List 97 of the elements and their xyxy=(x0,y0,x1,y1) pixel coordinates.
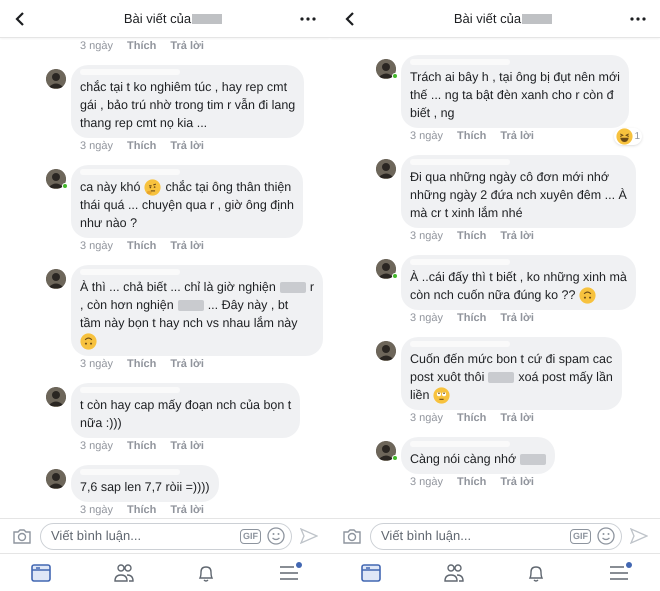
comment-text: Đi qua những ngày cô đơn mới nhớ xyxy=(410,169,610,186)
comment-text: gái , bảo trú nhờ trong tim r vẫn đi lang xyxy=(80,97,296,114)
comment-text: liền xyxy=(410,387,430,404)
comment-text: như nào ? xyxy=(80,215,138,232)
comment-time: 3 ngày xyxy=(410,410,444,426)
comment-text: À ..cái đấy thì t biết , ko những xinh mà xyxy=(410,269,627,286)
like-link[interactable]: Thích xyxy=(457,228,486,244)
gif-button[interactable]: GIF xyxy=(570,528,591,544)
emoji-icon xyxy=(433,386,450,404)
like-link[interactable]: Thích xyxy=(127,356,156,372)
comment-time: 3 ngày xyxy=(410,310,444,326)
comment-text: Càng nói càng nhớ xyxy=(410,451,516,468)
reply-link[interactable]: Trả lời xyxy=(500,228,534,244)
comment-text: t còn hay cap mấy đoạn nch của bọn t xyxy=(80,397,292,414)
reply-link[interactable]: Trả lời xyxy=(170,238,204,254)
camera-icon[interactable] xyxy=(342,527,362,545)
comment-text: ... Đây này , bt xyxy=(208,297,288,314)
comment-text: chắc tại t ko nghiêm túc , hay rep cmt xyxy=(80,79,288,96)
blur-patch xyxy=(522,14,552,24)
back-icon[interactable] xyxy=(14,10,26,26)
like-link[interactable]: Thích xyxy=(127,238,156,254)
avatar[interactable] xyxy=(46,69,66,89)
comment-time: 3 ngày xyxy=(80,438,114,454)
comment-time: 3 ngày xyxy=(80,138,114,154)
comment-time: 3 ngày xyxy=(410,474,444,490)
avatar[interactable] xyxy=(46,169,66,189)
camera-icon[interactable] xyxy=(12,527,32,545)
avatar[interactable] xyxy=(376,441,396,461)
avatar[interactable] xyxy=(46,469,66,489)
comment-text: À thì ... chả biết ... chỉ là giờ nghiện xyxy=(80,279,276,296)
comment-text: biết , ng xyxy=(410,105,454,122)
avatar[interactable] xyxy=(376,341,396,361)
avatar[interactable] xyxy=(376,259,396,279)
reaction-badge[interactable]: 1 xyxy=(614,128,642,144)
emoji-picker-icon[interactable] xyxy=(267,527,285,545)
avatar[interactable] xyxy=(376,159,396,179)
comment-text: Cuốn đến mức bon t cứ đi spam cac xyxy=(410,351,612,368)
back-icon[interactable] xyxy=(344,10,356,26)
comment-text: nữa :))) xyxy=(80,415,122,432)
avatar[interactable] xyxy=(46,269,66,289)
comment-field[interactable]: Viết bình luận... GIF xyxy=(40,522,292,550)
blur-patch xyxy=(520,454,546,464)
comment-text: 7,6 sap len 7,7 ròii =)))) xyxy=(80,479,210,496)
like-link[interactable]: Thích xyxy=(457,410,486,426)
reply-link[interactable]: Trả lời xyxy=(170,356,204,372)
comment-time: 3 ngày xyxy=(80,502,114,518)
gif-button[interactable]: GIF xyxy=(240,528,261,544)
comment-time: 3 ngày xyxy=(80,38,114,54)
blur-patch xyxy=(178,300,204,310)
comment-time: 3 ngày xyxy=(410,228,444,244)
avatar[interactable] xyxy=(376,59,396,79)
comment-text: Trách ai bây h , tại ông bị đụt nên mới xyxy=(410,69,620,86)
like-link[interactable]: Thích xyxy=(127,38,156,54)
reply-link[interactable]: Trả lời xyxy=(500,310,534,326)
comment-field[interactable]: Viết bình luận... GIF xyxy=(370,522,622,550)
comment-text: thế ... ng ta bật đèn xanh cho r còn đ xyxy=(410,87,614,104)
comment-text: chắc tại ông thân thiện xyxy=(165,179,292,196)
emoji-icon xyxy=(616,128,634,144)
comment-text: còn nch cuốn nữa đúng ko ?? xyxy=(410,287,576,304)
page-title: Bài viết của xyxy=(124,10,192,28)
comment-text: ca này khó xyxy=(80,179,140,196)
comment-text: post xuôt thôi xyxy=(410,369,484,386)
emoji-icon xyxy=(579,286,596,304)
comment-text: , còn hơn nghiện xyxy=(80,297,174,314)
comment-text: thái quá ... chuyện qua r , giờ ông định xyxy=(80,197,294,214)
emoji-icon xyxy=(144,178,162,196)
comment-text: những ngày 2 đứa nch xuyên đêm ... À xyxy=(410,187,627,204)
comment-time: 3 ngày xyxy=(80,238,114,254)
comment-time: 3 ngày xyxy=(410,128,444,144)
reply-link[interactable]: Trả lời xyxy=(500,474,534,490)
comment-time: 3 ngày xyxy=(80,356,114,372)
emoji-picker-icon[interactable] xyxy=(597,527,615,545)
reply-link[interactable]: Trả lời xyxy=(170,38,204,54)
reply-link[interactable]: Trả lời xyxy=(170,502,204,518)
comment-text: xoá post mấy lần xyxy=(518,369,613,386)
reply-link[interactable]: Trả lời xyxy=(170,438,204,454)
avatar[interactable] xyxy=(46,387,66,407)
reply-link[interactable]: Trả lời xyxy=(500,128,534,144)
like-link[interactable]: Thích xyxy=(127,502,156,518)
blur-patch xyxy=(280,282,306,292)
blur-patch xyxy=(488,372,514,382)
more-icon[interactable] xyxy=(630,16,646,20)
like-link[interactable]: Thích xyxy=(457,310,486,326)
comment-text: mà cr t xinh lắm nhé xyxy=(410,205,523,222)
like-link[interactable]: Thích xyxy=(127,438,156,454)
like-link[interactable]: Thích xyxy=(457,128,486,144)
reply-link[interactable]: Trả lời xyxy=(500,410,534,426)
comment-text: r xyxy=(310,279,314,296)
like-link[interactable]: Thích xyxy=(127,138,156,154)
page-title: Bài viết của xyxy=(454,10,522,28)
comment-text: tầm này bọn t hay nch vs nhau lắm này xyxy=(80,315,298,332)
comment-text: thang rep cmt nọ kia ... xyxy=(80,115,208,132)
more-icon[interactable] xyxy=(300,16,316,20)
emoji-icon xyxy=(80,332,97,350)
blur-patch xyxy=(192,14,222,24)
reply-link[interactable]: Trả lời xyxy=(170,138,204,154)
like-link[interactable]: Thích xyxy=(457,474,486,490)
